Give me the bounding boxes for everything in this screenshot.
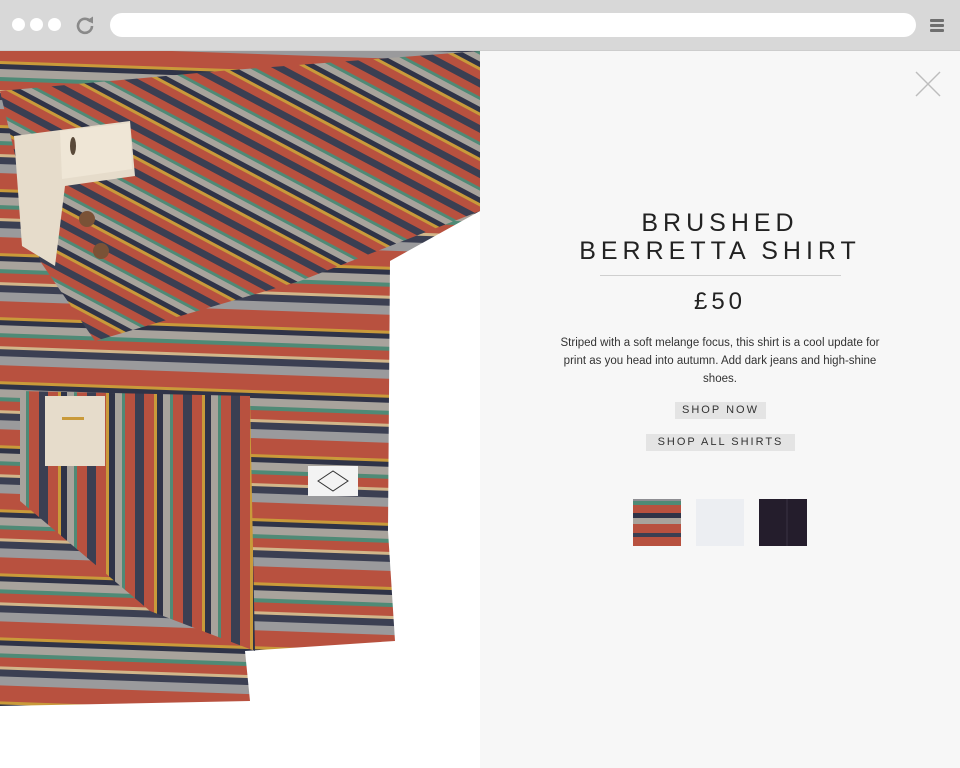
hamburger-menu-icon[interactable] xyxy=(929,17,945,33)
product-title: BRUSHED BERRETTA SHIRT xyxy=(480,209,960,265)
product-description: Striped with a soft melange focus, this … xyxy=(560,337,880,385)
product-title-line-1: BRUSHED xyxy=(641,209,799,237)
close-icon[interactable] xyxy=(913,69,943,99)
shop-now-button[interactable]: SHOP NOW xyxy=(675,402,766,419)
browser-toolbar xyxy=(0,0,960,51)
window-close-dot[interactable] xyxy=(12,18,25,31)
window-maximize-dot[interactable] xyxy=(48,18,61,31)
swatch-light-grey[interactable] xyxy=(696,499,744,546)
swatch-navy[interactable] xyxy=(759,499,807,546)
striped-shirt-photo xyxy=(0,51,480,768)
product-details-panel: BRUSHED BERRETTA SHIRT £50 Striped with … xyxy=(480,51,960,768)
shop-all-shirts-button[interactable]: SHOP ALL SHIRTS xyxy=(646,434,795,451)
window-minimize-dot[interactable] xyxy=(30,18,43,31)
product-price: £50 xyxy=(693,288,747,315)
product-title-line-2: BERRETTA SHIRT xyxy=(579,237,861,265)
swatch-striped[interactable] xyxy=(633,499,681,546)
reload-icon[interactable] xyxy=(74,13,96,35)
product-image xyxy=(0,51,480,768)
title-divider xyxy=(600,275,841,276)
address-bar[interactable] xyxy=(110,13,916,37)
